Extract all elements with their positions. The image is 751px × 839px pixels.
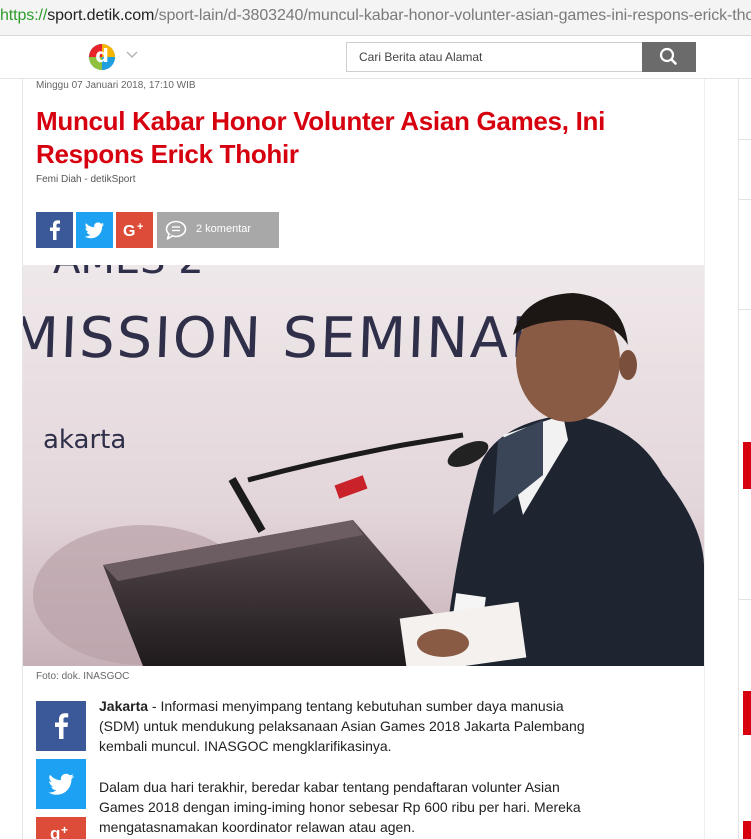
logo-letter: d — [95, 45, 109, 67]
sidebar-red-tab[interactable] — [743, 442, 751, 489]
sidebar-divider — [739, 139, 751, 140]
twitter-icon — [48, 773, 74, 795]
svg-text:g: g — [50, 824, 60, 839]
sidebar-red-tab[interactable] — [743, 691, 751, 735]
url-scheme: https:// — [0, 7, 48, 24]
svg-text:+: + — [61, 823, 68, 837]
paragraph-1-text: - Informasi menyimpang tentang kebutuhan… — [99, 698, 585, 754]
sticky-share-facebook-button[interactable] — [36, 701, 86, 751]
search-icon — [659, 47, 677, 65]
sticky-share-twitter-button[interactable] — [36, 759, 86, 809]
content-right-border — [704, 79, 705, 839]
google-plus-icon: g + — [50, 823, 68, 839]
svg-text:G: G — [123, 223, 135, 240]
article-paragraph-1: Jakarta - Informasi menyimpang tentang k… — [99, 696, 599, 756]
search-input[interactable] — [346, 42, 642, 72]
article-photo[interactable]: AMES 2 MISSION SEMINAR akarta — [23, 265, 704, 666]
facebook-icon — [50, 220, 60, 240]
share-twitter-button[interactable] — [76, 212, 113, 248]
comment-count-label: 2 komentar — [196, 223, 252, 235]
share-google-plus-button[interactable]: G + — [116, 212, 153, 248]
facebook-icon — [55, 713, 69, 739]
search-button[interactable] — [642, 42, 696, 72]
google-plus-icon: G + — [123, 221, 143, 240]
article-author: Femi Diah - detikSport — [36, 174, 136, 185]
right-sidebar-edge — [738, 79, 751, 839]
url-text[interactable]: https://sport.detik.com/sport-lain/d-380… — [0, 7, 751, 25]
photo-banner-line3: akarta — [43, 425, 126, 455]
photo-illustration: AMES 2 MISSION SEMINAR akarta — [23, 265, 704, 666]
photo-banner-line1: AMES 2 — [53, 265, 204, 283]
url-path: /sport-lain/d-3803240/muncul-kabar-honor… — [154, 7, 751, 24]
twitter-icon — [84, 222, 104, 239]
svg-text:+: + — [137, 221, 143, 233]
sticky-share-google-plus-button[interactable]: g + — [36, 817, 86, 839]
sidebar-red-tab[interactable] — [743, 821, 751, 839]
sidebar-divider — [739, 199, 751, 200]
sidebar-divider — [739, 599, 751, 600]
comment-icon — [165, 220, 187, 240]
chevron-down-icon[interactable] — [125, 48, 139, 62]
dateline: Jakarta — [99, 698, 149, 714]
browser-url-bar[interactable]: https://sport.detik.com/sport-lain/d-380… — [0, 0, 751, 36]
photo-caption: Foto: dok. INASGOC — [36, 671, 130, 682]
sidebar-divider — [739, 309, 751, 310]
article-title: Muncul Kabar Honor Volunter Asian Games,… — [36, 106, 605, 169]
article-paragraph-2: Dalam dua hari terakhir, beredar kabar t… — [99, 779, 581, 835]
article-date: Minggu 07 Januari 2018, 17:10 WIB — [36, 80, 196, 91]
share-facebook-button[interactable] — [36, 212, 73, 248]
site-header: d — [0, 36, 751, 79]
url-host: sport.detik.com — [47, 7, 155, 24]
photo-banner-line2: MISSION SEMINAR — [23, 306, 552, 371]
detik-logo[interactable]: d — [89, 44, 115, 70]
comment-button[interactable]: 2 komentar — [157, 212, 279, 248]
